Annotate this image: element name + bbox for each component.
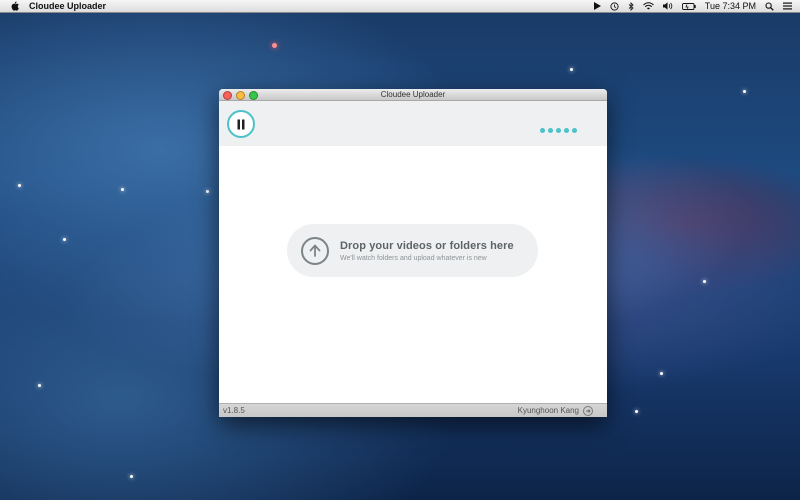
- status-dot: [564, 128, 569, 133]
- status-dot: [540, 128, 545, 133]
- close-button[interactable]: [223, 91, 232, 100]
- app-menu[interactable]: Cloudee Uploader: [29, 1, 106, 11]
- status-dot: [572, 128, 577, 133]
- spotlight-icon[interactable]: [765, 1, 774, 11]
- drop-zone-text: Drop your videos or folders here We'll w…: [340, 240, 514, 262]
- star: [743, 90, 746, 93]
- sound-icon[interactable]: [662, 2, 673, 10]
- title-bar[interactable]: Cloudee Uploader: [219, 89, 607, 101]
- bluetooth-icon[interactable]: [628, 1, 634, 11]
- menu-extras: Tue 7:34 PM: [593, 0, 792, 12]
- drop-zone-subtitle: We'll watch folders and upload whatever …: [340, 254, 487, 262]
- app-window: Cloudee Uploader Drop your videos or fol…: [219, 89, 607, 417]
- star: [130, 475, 133, 478]
- play-icon[interactable]: [593, 2, 601, 10]
- battery-icon[interactable]: [681, 2, 696, 10]
- status-indicator-dots: [540, 128, 577, 133]
- upload-arrow-icon: [301, 236, 329, 265]
- status-bar: v1.8.5 Kyunghoon Kang: [219, 403, 607, 417]
- status-dot: [548, 128, 553, 133]
- status-dot: [556, 128, 561, 133]
- star: [570, 68, 573, 71]
- star: [660, 372, 663, 375]
- drop-zone-title: Drop your videos or folders here: [340, 239, 514, 252]
- star: [635, 410, 638, 413]
- zoom-button[interactable]: [249, 91, 258, 100]
- star: [63, 238, 66, 241]
- list-icon[interactable]: [783, 2, 792, 10]
- window-controls: [223, 91, 258, 100]
- apple-icon[interactable]: [9, 1, 19, 11]
- user-name: Kyunghoon Kang: [517, 406, 579, 415]
- pause-icon: [237, 119, 245, 129]
- wifi-icon[interactable]: [642, 2, 654, 10]
- logout-icon[interactable]: [583, 406, 593, 416]
- upload-area: Drop your videos or folders here We'll w…: [219, 146, 607, 403]
- pause-button[interactable]: [227, 110, 255, 138]
- user-area: Kyunghoon Kang: [518, 404, 593, 417]
- clock-label[interactable]: Tue 7:34 PM: [705, 1, 756, 11]
- star: [272, 43, 277, 48]
- minimize-button[interactable]: [236, 91, 245, 100]
- star: [703, 280, 706, 283]
- drop-zone[interactable]: Drop your videos or folders here We'll w…: [287, 224, 538, 277]
- time-machine-icon[interactable]: [610, 1, 619, 11]
- menu-bar: Cloudee Uploader Tue 7:34 PM: [0, 0, 800, 13]
- star: [121, 188, 124, 191]
- star: [206, 190, 209, 193]
- version-label: v1.8.5: [223, 406, 245, 415]
- toolbar: [219, 101, 607, 146]
- window-title: Cloudee Uploader: [380, 90, 446, 99]
- star: [38, 384, 41, 387]
- star: [18, 184, 21, 187]
